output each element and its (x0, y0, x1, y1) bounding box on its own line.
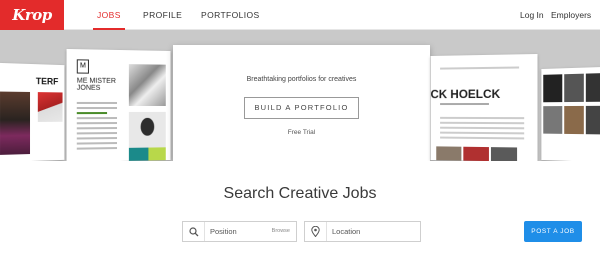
sample-portfolio-card: M ME MISTER JONES (66, 48, 171, 161)
tab-jobs[interactable]: JOBS (93, 0, 125, 30)
sample-heading: CK HOELCK (430, 86, 501, 102)
sample-photo (37, 92, 63, 122)
location-pin-icon (305, 222, 327, 241)
sample-photo (128, 147, 149, 161)
search-headline: Search Creative Jobs (223, 185, 377, 202)
search-icon (183, 222, 205, 241)
tab-portfolios[interactable]: PORTFOLIOS (201, 0, 260, 30)
post-job-button[interactable]: POST A JOB (524, 221, 582, 242)
sample-heading: TERF (35, 76, 59, 87)
hero-banner: TERF M ME MISTER JONES Breathtaking port… (0, 30, 600, 161)
login-link[interactable]: Log In (520, 0, 544, 30)
page: Krop JOBS PROFILE PORTFOLIOS Log In Empl… (0, 0, 600, 259)
sample-portfolio-card: CK HOELCK (430, 53, 538, 161)
position-placeholder: Position (210, 227, 237, 236)
browse-link[interactable]: Browse (272, 222, 290, 241)
sample-photo (0, 91, 31, 155)
location-placeholder: Location (332, 227, 361, 236)
logo-text: Krop (12, 6, 52, 24)
sample-photo (543, 74, 563, 103)
sample-portfolio-card (541, 66, 600, 161)
sample-text-list (76, 101, 118, 153)
sample-portfolio-card: TERF (0, 62, 65, 161)
position-search-field[interactable]: Position Browse (182, 221, 297, 242)
sample-photo (585, 105, 600, 135)
sample-photo (148, 147, 166, 161)
sample-photo (564, 105, 584, 135)
sample-photo (463, 146, 489, 161)
top-nav: Krop JOBS PROFILE PORTFOLIOS Log In Empl… (0, 0, 600, 30)
employers-link[interactable]: Employers (551, 0, 591, 30)
krop-logo[interactable]: Krop (0, 0, 64, 30)
location-search-field[interactable]: Location (304, 221, 421, 242)
sample-photo (585, 73, 600, 102)
sample-photo (564, 73, 584, 103)
sample-heading: ME MISTER JONES (76, 77, 116, 92)
build-portfolio-button[interactable]: BUILD A PORTFOLIO (244, 97, 359, 119)
free-trial-text: Free Trial (287, 129, 316, 136)
tab-profile[interactable]: PROFILE (143, 0, 182, 30)
sample-photo (436, 146, 462, 161)
sample-photo (128, 111, 166, 148)
sample-photo (543, 106, 563, 134)
portfolio-promo-card: Breathtaking portfolios for creatives BU… (173, 45, 430, 161)
sample-photo (128, 64, 166, 106)
hero-tagline: Breathtaking portfolios for creatives (246, 76, 357, 83)
sample-monogram: M (76, 59, 89, 74)
sample-photo (490, 147, 518, 161)
